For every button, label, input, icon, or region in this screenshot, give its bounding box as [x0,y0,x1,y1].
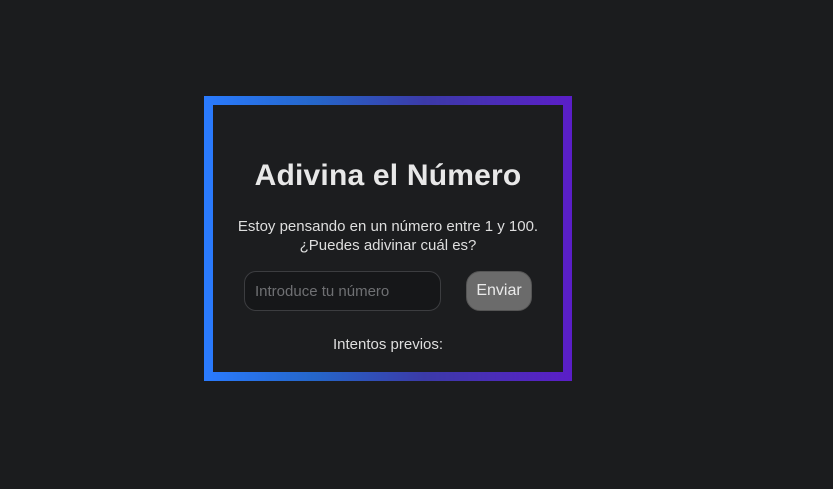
description-line-1: Estoy pensando en un número entre 1 y 10… [237,218,539,235]
page-title: Adivina el Número [254,159,522,192]
description-line-2: ¿Puedes adivinar cuál es? [299,237,477,254]
game-description: Estoy pensando en un número entre 1 y 10… [213,217,563,255]
guess-input[interactable] [244,271,441,311]
game-card-border: Adivina el Número Estoy pensando en un n… [204,96,572,381]
send-button[interactable]: Enviar [466,271,532,311]
game-card: Adivina el Número Estoy pensando en un n… [213,105,563,372]
previous-attempts-label: Intentos previos: [332,336,444,353]
previous-attempts: Intentos previos: [213,336,563,353]
